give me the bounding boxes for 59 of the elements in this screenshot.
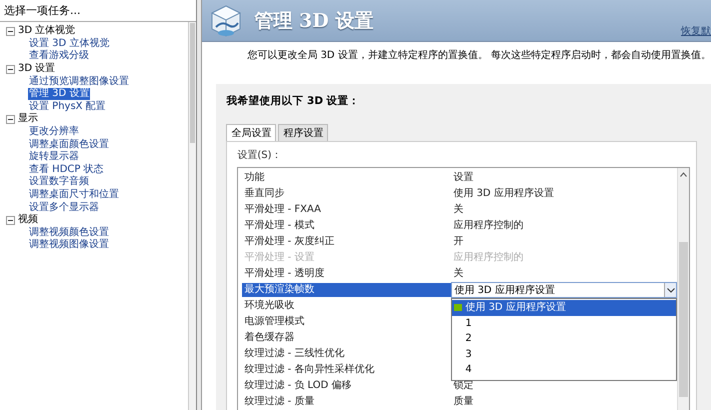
- collapse-icon[interactable]: [6, 216, 15, 225]
- tree-category[interactable]: 显示: [18, 113, 38, 126]
- feature-cell[interactable]: 环境光吸收: [242, 299, 452, 313]
- scrollbar[interactable]: [188, 22, 196, 410]
- description: 您可以更改全局 3D 设置，并建立特定程序的置换值。 每次这些特定程序启动时，都会自动使用置换值。: [246, 48, 711, 62]
- tree-item[interactable]: 调整桌面颜色设置: [28, 138, 110, 151]
- collapse-icon[interactable]: [6, 114, 15, 124]
- feature-cell[interactable]: 纹理过滤 - 各向异性采样优化: [242, 363, 452, 377]
- dropdown-button[interactable]: [664, 283, 676, 297]
- tree-item[interactable]: 通过预览调整图像设置: [28, 76, 130, 88]
- tree-category[interactable]: 视频: [18, 214, 38, 226]
- feature-cell[interactable]: 平滑处理 - FXAA: [242, 203, 452, 217]
- tree-item[interactable]: 设置 3D 立体视觉: [28, 38, 110, 50]
- value-cell-text: 开: [452, 235, 464, 249]
- feature-cell[interactable]: 平滑处理 - 灰度纠正: [242, 235, 452, 249]
- tree-item[interactable]: 旋转显示器: [28, 151, 80, 164]
- tree-item[interactable]: 设置多个显示器: [28, 202, 100, 214]
- collapse-icon[interactable]: [6, 64, 15, 74]
- restore-link[interactable]: 恢复默: [681, 24, 711, 38]
- section-heading: 我希望使用以下 3D 设置：: [226, 94, 361, 108]
- scrollbar[interactable]: [677, 168, 689, 410]
- feature-cell[interactable]: 纹理过滤 - 三线性优化: [242, 347, 452, 361]
- column-header: 设置: [452, 171, 474, 185]
- value-cell-text: 关: [452, 267, 464, 281]
- feature-cell[interactable]: 电源管理模式: [242, 315, 452, 329]
- tree-item[interactable]: 调整桌面尺寸和位置: [28, 189, 120, 202]
- panel-title: 选择一项任务...: [0, 0, 196, 22]
- dropdown-option[interactable]: 使用 3D 应用程序设置: [452, 300, 676, 316]
- tree-item[interactable]: 查看游戏分级: [28, 50, 90, 62]
- collapse-icon[interactable]: [6, 26, 15, 36]
- tab[interactable]: 程序设置: [278, 124, 328, 141]
- value-dropdown[interactable]: 使用 3D 应用程序设置: [451, 282, 677, 298]
- feature-cell[interactable]: 着色缓存器: [242, 331, 452, 345]
- tree-item[interactable]: 设置 PhysX 配置: [28, 100, 107, 113]
- feature-cell[interactable]: 垂直同步: [242, 187, 452, 201]
- feature-cell[interactable]: 平滑处理 - 透明度: [242, 267, 452, 281]
- feature-cell[interactable]: 最大预渲染帧数: [242, 283, 452, 297]
- tree-item[interactable]: 调整视频颜色设置: [28, 226, 110, 239]
- column-header: 功能: [243, 171, 266, 185]
- tree-item[interactable]: 管理 3D 设置: [28, 88, 90, 100]
- scroll-up-icon[interactable]: [680, 172, 687, 177]
- tree-category[interactable]: 3D 立体视觉: [18, 25, 76, 38]
- list-label: 设置(S)：: [237, 148, 283, 162]
- value-cell-text: 应用程序控制的: [452, 219, 524, 233]
- value-cell-text: 使用 3D 应用程序设置: [452, 187, 555, 201]
- tab[interactable]: 全局设置: [226, 124, 276, 141]
- tree-category[interactable]: 3D 设置: [18, 63, 56, 76]
- tree-item[interactable]: 更改分辨率: [28, 126, 80, 138]
- value-cell-text: 质量: [452, 395, 474, 409]
- value-cell-text: 关: [452, 203, 464, 217]
- value-cell-text: 应用程序控制的: [452, 251, 524, 265]
- tree-item[interactable]: 调整视频图像设置: [28, 239, 110, 252]
- feature-cell[interactable]: 平滑处理 - 模式: [242, 219, 452, 233]
- feature-cell[interactable]: 纹理过滤 - 负 LOD 偏移: [242, 379, 452, 393]
- tree-item[interactable]: 设置数字音频: [28, 176, 90, 188]
- tree-item[interactable]: 查看 HDCP 状态: [28, 164, 105, 176]
- feature-cell[interactable]: 纹理过滤 - 质量: [242, 395, 452, 409]
- page-title: 管理 3D 设置: [254, 8, 374, 34]
- chevron-down-icon: [666, 288, 674, 292]
